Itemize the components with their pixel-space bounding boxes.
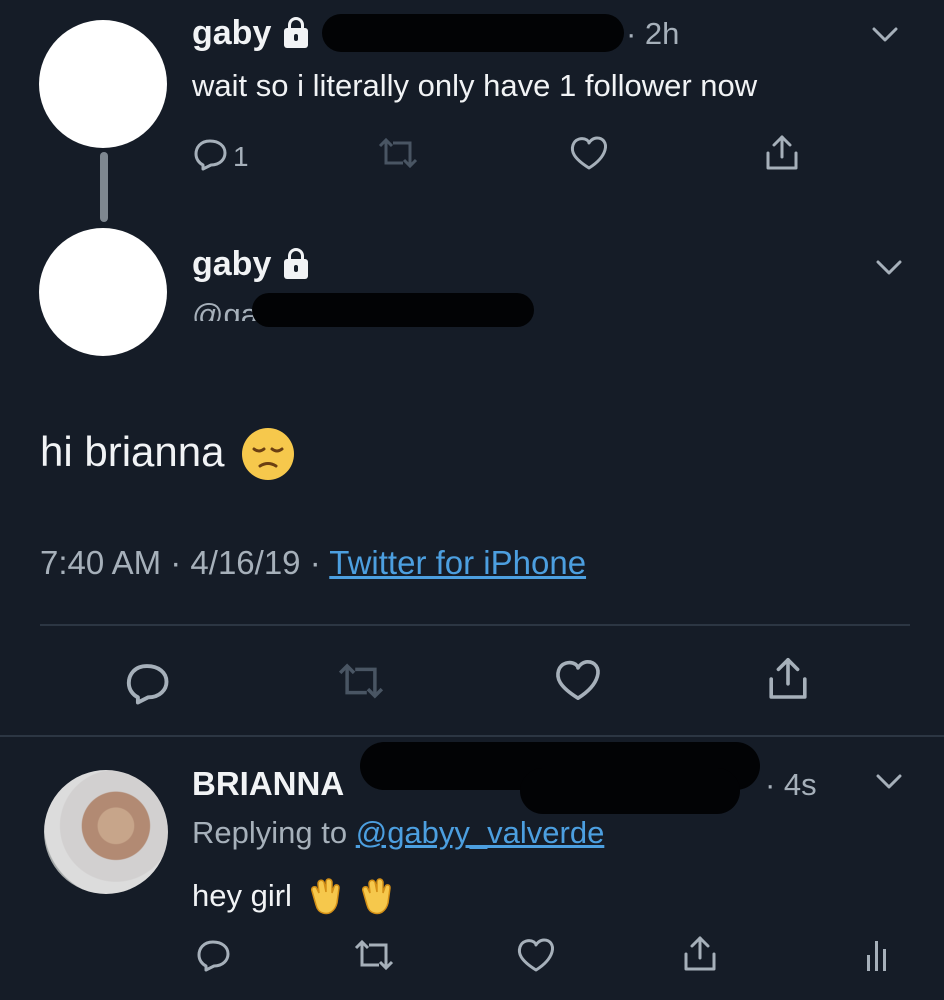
tweet-text: hi brianna	[40, 428, 225, 475]
thread-connector	[100, 152, 108, 222]
pensive-emoji	[239, 425, 297, 488]
replying-to: Replying to @gabyy_valverde	[192, 815, 604, 851]
share-icon[interactable]	[761, 655, 815, 703]
separator-dot: ·	[309, 544, 330, 581]
source-link[interactable]: Twitter for iPhone	[329, 544, 586, 581]
like-icon[interactable]	[551, 657, 605, 703]
redacted-handle	[520, 768, 740, 814]
waving-hand-emoji	[304, 874, 348, 923]
waving-hand-emoji	[355, 874, 399, 923]
divider	[0, 735, 944, 737]
share-icon[interactable]	[760, 133, 804, 173]
tweet-body: hey girl	[192, 878, 399, 923]
tweet-header: gaby	[192, 245, 308, 284]
analytics-icon[interactable]	[860, 935, 892, 975]
author-handle: @ga	[192, 297, 258, 321]
author-name[interactable]: BRIANNA	[192, 765, 344, 802]
tweet-text: wait so i literally only have 1 follower…	[192, 68, 758, 103]
reply-icon[interactable]	[193, 937, 233, 973]
lock-icon	[283, 16, 308, 48]
author-name[interactable]: gaby	[192, 14, 271, 52]
chevron-down-icon[interactable]	[870, 25, 900, 45]
retweet-icon[interactable]	[348, 936, 400, 974]
tweet-header: gaby	[192, 14, 308, 53]
reply-icon[interactable]	[121, 658, 173, 708]
reply-icon[interactable]	[190, 136, 230, 172]
redacted-handle	[322, 14, 624, 52]
tweet-header: BRIANNA	[192, 765, 344, 803]
chevron-down-icon[interactable]	[874, 772, 904, 792]
author-name[interactable]: gaby	[192, 245, 271, 283]
avatar[interactable]	[39, 20, 167, 148]
share-icon[interactable]	[678, 934, 722, 974]
tweet-time: · 4s	[765, 767, 817, 802]
tweet-date: 4/16/19	[190, 544, 301, 581]
replying-prefix: Replying to	[192, 815, 348, 850]
redacted-handle	[252, 293, 534, 327]
tweet-time: · 2h	[626, 16, 680, 51]
tweet-body: hi brianna	[40, 428, 297, 488]
like-icon[interactable]	[514, 936, 558, 974]
tweet-time: 7:40 AM	[40, 544, 162, 581]
tweet-text: hey girl	[192, 878, 292, 913]
reply-count: 1	[233, 141, 249, 172]
tweet-meta: 7:40 AM · 4/16/19 · Twitter for iPhone	[40, 544, 586, 582]
retweet-icon[interactable]	[330, 659, 392, 703]
chevron-down-icon[interactable]	[874, 258, 904, 278]
divider	[40, 624, 910, 626]
avatar[interactable]	[44, 770, 168, 894]
avatar[interactable]	[39, 228, 167, 356]
like-icon[interactable]	[567, 134, 611, 172]
lock-icon	[283, 247, 308, 279]
reply-handle-link[interactable]: @gabyy_valverde	[356, 815, 605, 850]
retweet-icon[interactable]	[372, 134, 424, 172]
separator-dot: ·	[170, 544, 191, 581]
